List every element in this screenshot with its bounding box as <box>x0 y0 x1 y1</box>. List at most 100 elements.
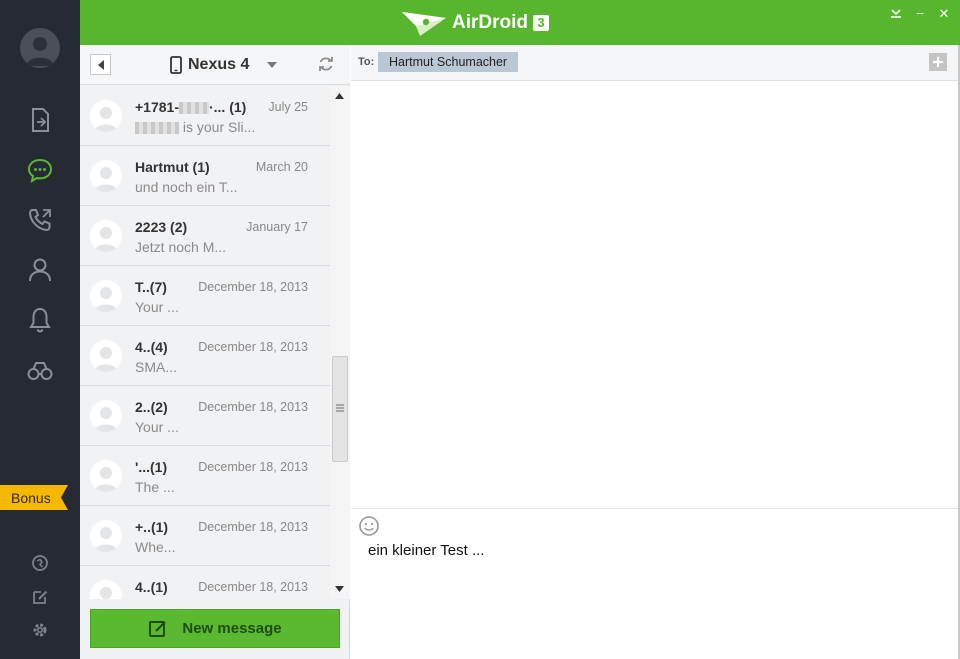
calls-icon <box>28 209 51 232</box>
device-selector[interactable]: Nexus 4 <box>170 53 278 77</box>
conversation-scrollbar[interactable] <box>330 86 350 599</box>
settings-icon <box>33 623 47 637</box>
conversation-item[interactable]: Hartmut (1) March 20 und noch ein T... <box>80 146 330 206</box>
conversation-name: 4..(1) <box>135 579 168 595</box>
find-phone-icon <box>27 362 53 380</box>
conversation-item[interactable]: +..(1) December 18, 2013 Whe... <box>80 506 330 566</box>
conversation-name: +1781- ·... (1) <box>135 99 246 115</box>
smiley-icon <box>359 516 379 536</box>
nav-messages[interactable] <box>24 154 56 186</box>
app-logo: AirDroid 3 <box>402 9 549 37</box>
conversation-date: December 18, 2013 <box>198 580 308 594</box>
device-bar: Nexus 4 <box>80 45 350 85</box>
emoji-button[interactable] <box>358 515 380 542</box>
conversation-name: '...(1) <box>135 459 168 475</box>
person-placeholder-icon <box>100 587 112 599</box>
collapse-window-button[interactable] <box>888 6 904 22</box>
collapse-panel-button[interactable] <box>90 54 111 75</box>
title-bar: AirDroid 3 − ✕ <box>80 0 960 45</box>
conversation-date: December 18, 2013 <box>198 280 308 294</box>
conversation-preview: SMA... <box>135 359 178 375</box>
sidebar: Bonus <box>0 0 80 659</box>
message-thread <box>351 82 960 509</box>
nav-find-phone[interactable] <box>24 354 56 386</box>
bonus-label: Bonus <box>11 490 51 506</box>
feedback-button[interactable] <box>30 587 50 607</box>
phone-icon <box>170 56 182 74</box>
new-message-button[interactable]: New message <box>90 609 340 648</box>
compose-area[interactable]: ein kleiner Test ... <box>351 510 960 659</box>
user-avatar[interactable] <box>20 28 60 68</box>
user-avatar-icon <box>26 37 54 66</box>
plus-icon <box>933 57 943 67</box>
refresh-icon <box>319 57 333 71</box>
contact-avatar <box>90 100 122 132</box>
conversation-item[interactable]: T..(7) December 18, 2013 Your ... <box>80 266 330 326</box>
conversation-preview-text: is your Sli... <box>179 119 256 135</box>
chevron-down-icon <box>267 62 278 68</box>
redacted-block <box>178 102 209 115</box>
conversation-date: December 18, 2013 <box>198 340 308 354</box>
conversation-item[interactable]: '...(1) December 18, 2013 The ... <box>80 446 330 506</box>
contact-avatar <box>90 520 122 552</box>
conversation-item[interactable]: 2..(2) December 18, 2013 Your ... <box>80 386 330 446</box>
edit-icon <box>33 590 48 604</box>
triangle-left-icon <box>98 60 104 70</box>
redacted-block <box>135 122 179 135</box>
conversation-date: July 25 <box>268 100 308 114</box>
to-label: To: <box>358 56 375 68</box>
settings-button[interactable] <box>30 620 50 640</box>
scroll-down-icon[interactable] <box>335 586 344 592</box>
conversation-date: March 20 <box>255 160 308 174</box>
collapse-down-icon <box>891 9 901 18</box>
scrollbar-thumb[interactable] <box>332 356 348 462</box>
conversation-name-text: +1781- <box>135 99 179 115</box>
web-button[interactable] <box>30 553 50 573</box>
contact-avatar <box>90 220 122 252</box>
conversation-name-suffix: ·... (1) <box>208 99 247 115</box>
close-window-button[interactable]: ✕ <box>936 6 952 22</box>
contact-avatar <box>90 400 122 432</box>
messages-icon <box>27 158 53 184</box>
person-placeholder-icon <box>94 287 118 312</box>
device-name: Nexus 4 <box>188 56 250 73</box>
conversation-item[interactable]: 4..(4) December 18, 2013 SMA... <box>80 326 330 386</box>
nav-notifications[interactable] <box>24 304 56 336</box>
nav-calls[interactable] <box>24 204 56 236</box>
paper-plane-icon <box>402 12 446 36</box>
person-placeholder-icon <box>94 407 118 432</box>
minimize-window-button[interactable]: − <box>912 6 928 22</box>
nav-file-transfer[interactable] <box>24 104 56 136</box>
app-logo-text: AirDroid <box>452 12 528 33</box>
conversation-preview: Your ... <box>135 419 179 435</box>
contact-avatar <box>90 340 122 372</box>
grip-icon <box>336 404 344 412</box>
conversation-preview: Whe... <box>135 539 176 555</box>
conversation-preview: Jetzt noch M... <box>135 239 227 255</box>
conversation-item[interactable]: +1781- ·... (1) July 25 is your Sli... <box>80 86 330 146</box>
message-input[interactable]: ein kleiner Test ... <box>368 542 484 559</box>
scroll-up-icon[interactable] <box>335 93 344 99</box>
contacts-icon <box>29 258 51 282</box>
recipient-chip[interactable]: Hartmut Schumacher <box>378 52 519 72</box>
conversation-name: 2..(2) <box>135 399 168 415</box>
web-icon <box>32 555 48 571</box>
conversation-preview: und noch ein T... <box>135 179 238 195</box>
nav-contacts[interactable] <box>24 254 56 286</box>
person-placeholder-icon <box>94 467 118 492</box>
conversation-preview: Your ... <box>135 299 179 315</box>
person-placeholder-icon <box>94 167 118 192</box>
person-placeholder-icon <box>94 347 118 372</box>
conversation-name: Hartmut (1) <box>135 159 210 175</box>
refresh-button[interactable] <box>317 55 335 78</box>
conversation-name: +..(1) <box>135 519 169 535</box>
conversation-item[interactable]: 2223 (2) January 17 Jetzt noch M... <box>80 206 330 266</box>
bonus-badge[interactable]: Bonus <box>0 485 68 510</box>
app-version-badge: 3 <box>533 15 549 31</box>
add-recipient-button[interactable] <box>929 53 947 71</box>
conversation-date: December 18, 2013 <box>198 460 308 474</box>
conversation-name: 2223 (2) <box>135 219 188 235</box>
contact-avatar <box>90 580 122 599</box>
conversation-item[interactable]: 4..(1) December 18, 2013 <box>80 566 330 599</box>
notifications-icon <box>29 307 51 333</box>
